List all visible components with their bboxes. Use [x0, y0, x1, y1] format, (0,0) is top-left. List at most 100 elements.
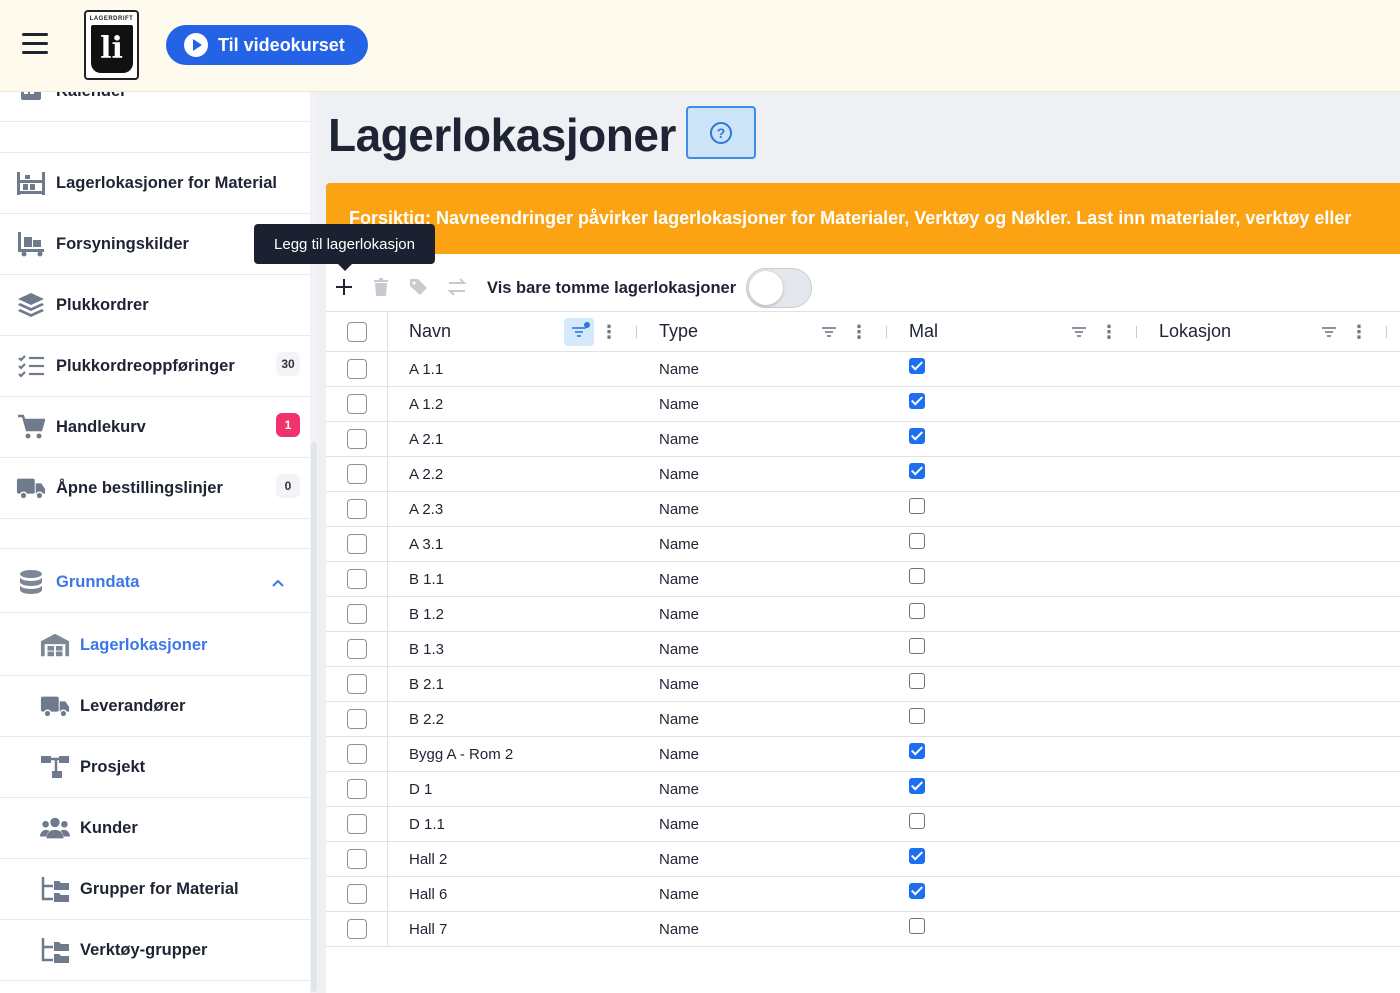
row-checkbox[interactable] [346, 429, 367, 449]
sidebar-item-kalender[interactable]: Kalender [0, 92, 310, 122]
sidebar-item-grupper-material[interactable]: Grupper for Material [0, 859, 310, 920]
cell-mal[interactable] [909, 842, 925, 876]
cell-navn[interactable]: D 1.1 [409, 807, 445, 841]
mal-checkbox[interactable] [909, 533, 925, 549]
mal-checkbox[interactable] [909, 638, 925, 654]
table-row[interactable]: Hall 6 Name [326, 877, 1400, 912]
cell-mal[interactable] [909, 912, 925, 946]
column-header-navn[interactable]: Navn [409, 312, 451, 351]
cell-navn[interactable]: B 1.1 [409, 562, 444, 596]
help-button[interactable]: ? [686, 106, 756, 159]
table-row[interactable]: B 1.2 Name [326, 597, 1400, 632]
mal-checkbox[interactable] [909, 673, 925, 689]
row-checkbox[interactable] [346, 394, 367, 414]
table-row[interactable]: A 1.2 Name [326, 387, 1400, 422]
cell-navn[interactable]: B 1.2 [409, 597, 444, 631]
cell-mal[interactable] [909, 667, 925, 701]
chevron-up-icon[interactable] [272, 574, 284, 590]
row-checkbox[interactable] [346, 709, 367, 729]
mal-checkbox[interactable] [909, 358, 925, 374]
mal-checkbox[interactable] [909, 568, 925, 584]
row-checkbox[interactable] [346, 779, 367, 799]
table-row[interactable]: B 2.2 Name [326, 702, 1400, 737]
cell-type[interactable]: Name [659, 772, 699, 806]
cell-type[interactable]: Name [659, 387, 699, 421]
table-row[interactable]: Hall 2 Name [326, 842, 1400, 877]
column-header-mal[interactable]: Mal [909, 312, 938, 351]
cell-type[interactable]: Name [659, 492, 699, 526]
cell-type[interactable]: Name [659, 842, 699, 876]
row-checkbox[interactable] [346, 639, 367, 659]
sidebar-item-kunder[interactable]: Kunder [0, 798, 310, 859]
cell-navn[interactable]: A 1.2 [409, 387, 443, 421]
cell-navn[interactable]: A 2.1 [409, 422, 443, 456]
cell-type[interactable]: Name [659, 562, 699, 596]
column-header-lokasjon[interactable]: Lokasjon [1159, 312, 1231, 351]
delete-icon[interactable] [366, 272, 396, 302]
sidebar-item-prosjekt[interactable]: Prosjekt [0, 737, 310, 798]
row-checkbox[interactable] [346, 464, 367, 484]
sidebar-item-plukkordrer[interactable]: Plukkordrer [0, 275, 310, 336]
table-row[interactable]: A 2.2 Name [326, 457, 1400, 492]
select-all-checkbox[interactable] [346, 321, 367, 342]
table-row[interactable]: A 2.3 Name [326, 492, 1400, 527]
column-header-type[interactable]: Type [659, 312, 698, 351]
cell-mal[interactable] [909, 877, 925, 911]
mal-checkbox[interactable] [909, 813, 925, 829]
cell-type[interactable]: Name [659, 527, 699, 561]
cell-navn[interactable]: D 1 [409, 772, 432, 806]
mal-checkbox[interactable] [909, 708, 925, 724]
row-checkbox[interactable] [346, 849, 367, 869]
empty-locations-toggle[interactable] [746, 268, 812, 308]
sidebar-item-lagerlokasjoner-material[interactable]: Lagerlokasjoner for Material [0, 153, 310, 214]
cell-type[interactable]: Name [659, 352, 699, 386]
table-row[interactable]: A 3.1 Name [326, 527, 1400, 562]
cell-type[interactable]: Name [659, 737, 699, 771]
table-row[interactable]: B 2.1 Name [326, 667, 1400, 702]
filter-icon[interactable] [814, 318, 844, 346]
cell-mal[interactable] [909, 387, 925, 421]
cell-navn[interactable]: B 2.1 [409, 667, 444, 701]
cell-type[interactable]: Name [659, 702, 699, 736]
row-checkbox[interactable] [346, 499, 367, 519]
mal-checkbox[interactable] [909, 918, 925, 934]
cell-navn[interactable]: A 2.3 [409, 492, 443, 526]
mal-checkbox[interactable] [909, 883, 925, 899]
column-resize-handle[interactable] [886, 326, 887, 338]
mal-checkbox[interactable] [909, 743, 925, 759]
row-checkbox[interactable] [346, 814, 367, 834]
cell-navn[interactable]: Hall 6 [409, 877, 447, 911]
sidebar-item-lagerlokasjoner[interactable]: Lagerlokasjoner [0, 615, 310, 676]
cell-type[interactable]: Name [659, 877, 699, 911]
row-checkbox[interactable] [346, 674, 367, 694]
mal-checkbox[interactable] [909, 603, 925, 619]
cell-mal[interactable] [909, 772, 925, 806]
column-resize-handle[interactable] [1136, 326, 1137, 338]
filter-icon[interactable] [1064, 318, 1094, 346]
table-row[interactable]: D 1.1 Name [326, 807, 1400, 842]
hamburger-menu-icon[interactable] [22, 33, 56, 57]
mal-checkbox[interactable] [909, 393, 925, 409]
column-menu-icon[interactable]: ⋮ [1350, 320, 1368, 344]
row-checkbox[interactable] [346, 359, 367, 379]
column-menu-icon[interactable]: ⋮ [600, 320, 618, 344]
column-resize-handle[interactable] [1386, 326, 1387, 338]
cell-mal[interactable] [909, 807, 925, 841]
table-row[interactable]: B 1.1 Name [326, 562, 1400, 597]
sidebar-item-leverandorer[interactable]: Leverandører [0, 676, 310, 737]
add-location-button[interactable] [329, 272, 359, 302]
video-course-button[interactable]: Til videokurset [166, 25, 368, 65]
filter-icon[interactable] [564, 318, 594, 346]
cell-type[interactable]: Name [659, 632, 699, 666]
mal-checkbox[interactable] [909, 428, 925, 444]
column-menu-icon[interactable]: ⋮ [1100, 320, 1118, 344]
scrollbar-thumb[interactable] [311, 442, 317, 992]
mal-checkbox[interactable] [909, 848, 925, 864]
row-checkbox[interactable] [346, 884, 367, 904]
sidebar-item-verktoy-grupper[interactable]: Verktøy-grupper [0, 920, 310, 981]
column-menu-icon[interactable]: ⋮ [850, 320, 868, 344]
table-row[interactable]: A 2.1 Name [326, 422, 1400, 457]
transfer-icon[interactable] [442, 272, 472, 302]
cell-mal[interactable] [909, 632, 925, 666]
mal-checkbox[interactable] [909, 498, 925, 514]
